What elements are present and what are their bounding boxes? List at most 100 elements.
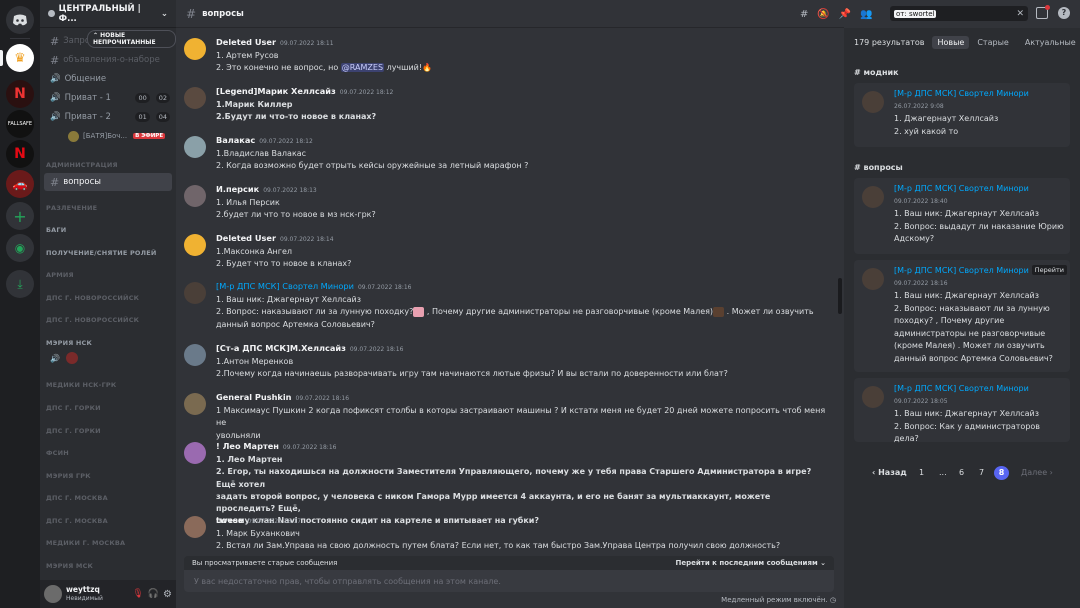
pin-icon[interactable]: 📌 (839, 9, 851, 20)
search-result[interactable]: [М-р ДПС МСК] Свортел Минори 26.07.2022 … (854, 83, 1070, 147)
search-result[interactable]: [М-р ДПС МСК] Свортел Минори 09.07.2022 … (854, 378, 1070, 443)
server-crown-icon[interactable]: ♛ (6, 44, 34, 72)
page-button[interactable]: 1 (919, 468, 924, 477)
chevron-down-icon: ⌄ (160, 8, 168, 19)
speaker-icon: 🔊 (50, 353, 60, 363)
tab-newest[interactable]: Новые (932, 35, 970, 49)
category[interactable]: ДПС Г. ГОРКИ (46, 427, 101, 435)
category[interactable]: ДПС Г. НОВОРОССИЙСК (46, 316, 139, 324)
timestamp: 09.07.2022 18:14 (280, 236, 334, 243)
timestamp: 09.07.2022 18:13 (263, 187, 317, 194)
category[interactable]: РАЗЛЕЧЕНИЕ (46, 204, 97, 212)
avatar[interactable] (184, 38, 206, 60)
category[interactable]: ДПС Г. НОВОРОССИЙСК (46, 294, 139, 302)
avatar[interactable] (184, 282, 206, 304)
tab-relevant[interactable]: Актуальные (1025, 38, 1076, 47)
jump-button[interactable]: Перейти (1031, 265, 1067, 275)
channel-obyavleniya[interactable]: # объявления-о-наборе (44, 51, 172, 69)
next-page-button[interactable]: Далее › (1021, 468, 1053, 477)
avatar[interactable] (862, 268, 884, 290)
search-input[interactable]: от: swortel (894, 9, 937, 18)
user-mention[interactable]: @RAMZES (340, 63, 385, 73)
notifications-muted-icon[interactable]: 🔕 (817, 9, 829, 20)
author-name[interactable]: Deleted User (216, 37, 276, 47)
avatar[interactable] (184, 185, 206, 207)
avatar[interactable] (184, 442, 206, 464)
avatar[interactable] (184, 344, 206, 366)
inbox-icon[interactable] (1036, 5, 1050, 19)
explore-icon[interactable]: ◉ (6, 234, 34, 262)
voice-user[interactable]: [БАТЯ]Боч... В ЭФИРЕ (62, 127, 172, 145)
server-fallsafe-icon[interactable]: FALLSAFE (6, 110, 34, 138)
avatar[interactable] (184, 393, 206, 415)
avatar[interactable] (184, 234, 206, 256)
channel-voprosy[interactable]: # вопросы (44, 173, 172, 191)
author-name[interactable]: ! Лео Мартен (216, 441, 279, 451)
category[interactable]: МЭРИЯ ГРК (46, 472, 91, 480)
prev-page-button[interactable]: ‹ Назад (872, 468, 907, 477)
settings-gear-icon[interactable]: ⚙ (163, 589, 172, 600)
server-red-n-icon[interactable]: N (6, 80, 34, 108)
category[interactable]: МЭРИЯ НСК (46, 339, 92, 347)
server-netflix-icon[interactable]: N (6, 140, 34, 168)
search-result[interactable]: [М-р ДПС МСК] Свортел Минори 09.07.2022 … (854, 178, 1070, 254)
headphones-icon[interactable]: 🎧 (148, 589, 159, 599)
category[interactable]: ПОЛУЧЕНИЕ/СНЯТИЕ РОЛЕЙ (46, 249, 157, 257)
category[interactable]: ДПС Г. ГОРКИ (46, 404, 101, 412)
voice-channel-obshenie[interactable]: 🔊 Общение (44, 70, 172, 88)
category[interactable]: МЕДИКИ НСК-ГРК (46, 381, 116, 389)
message-input[interactable]: У вас недостаточно прав, чтобы отправлят… (184, 570, 834, 592)
category-administration[interactable]: АДМИНИСТРАЦИЯ (46, 161, 118, 169)
avatar[interactable] (44, 585, 62, 603)
author-name[interactable]: [Ст-а ДПС МСК]М.Хеллсайз (216, 343, 346, 353)
author-name[interactable]: [Legend]Марик Хеллсайз (216, 86, 336, 96)
avatar[interactable] (862, 91, 884, 113)
search-box[interactable]: от: swortel ✕ (890, 6, 1028, 21)
author-name[interactable]: Deleted User (216, 233, 276, 243)
timestamp: 09.07.2022 18:12 (339, 89, 394, 96)
header-toolbar: # 🔕 📌 👥 (800, 5, 873, 23)
category[interactable]: ФСИН (46, 449, 69, 457)
add-server-icon[interactable]: + (6, 202, 34, 230)
clear-search-icon[interactable]: ✕ (1016, 9, 1024, 19)
help-icon[interactable]: ? (1058, 7, 1070, 19)
mic-muted-icon[interactable]: 🎙 (132, 589, 143, 599)
download-icon[interactable]: ⤓ (6, 270, 34, 298)
threads-icon[interactable]: # (800, 9, 808, 20)
voice-channel-privat-2[interactable]: 🔊 Приват - 2 01 04 (44, 108, 172, 126)
members-icon[interactable]: 👥 (860, 9, 872, 20)
discord-home-icon[interactable] (6, 6, 34, 34)
new-unread-pill[interactable]: ⌃ НОВЫЕ НЕПРОЧИТАННЫЕ (87, 30, 176, 48)
page-button[interactable]: 7 (979, 468, 984, 477)
avatar[interactable] (184, 136, 206, 158)
channel-header: # вопросы (176, 0, 844, 28)
server-header[interactable]: ЦЕНТРАЛЬНЫЙ | Ф... ⌄ (40, 0, 176, 28)
author-name[interactable]: [М-р ДПС МСК] Свортел Минори (216, 281, 354, 291)
author-name[interactable]: Валакас (216, 135, 255, 145)
page-button[interactable]: 6 (959, 468, 964, 477)
scrollbar-thumb[interactable] (838, 278, 842, 314)
current-page-button[interactable]: 8 (994, 466, 1009, 480)
fire-emoji: 🔥 (422, 63, 433, 73)
avatar[interactable] (184, 87, 206, 109)
result-channel-header[interactable]: # вопросы (854, 163, 903, 172)
category[interactable]: ДПС Г. МОСКВА (46, 494, 108, 502)
category[interactable]: БАГИ (46, 226, 66, 234)
category[interactable]: АРМИЯ (46, 271, 74, 279)
avatar[interactable] (862, 186, 884, 208)
author-name[interactable]: twese (216, 515, 243, 525)
tab-oldest[interactable]: Старые (977, 38, 1008, 47)
jump-to-present-button[interactable]: Перейти к последним сообщениям ⌄ (676, 559, 827, 567)
author-name[interactable]: И.персик (216, 184, 259, 194)
voice-channel-privat-1[interactable]: 🔊 Приват - 1 00 02 (44, 89, 172, 107)
category[interactable]: ДПС Г. МОСКВА (46, 517, 108, 525)
avatar[interactable] (862, 386, 884, 408)
avatar[interactable] (184, 516, 206, 538)
slowmode-notice: Медленный режим включён. ◷ (721, 596, 836, 604)
category[interactable]: МЭРИЯ МСК (46, 562, 93, 570)
result-channel-header[interactable]: # модник (854, 68, 899, 77)
server-car-icon[interactable]: 🚗 (6, 170, 34, 198)
author-name[interactable]: General Pushkin (216, 392, 292, 402)
search-result[interactable]: [М-р ДПС МСК] Свортел Минори 09.07.2022 … (854, 260, 1070, 372)
category[interactable]: МЕДИКИ Г. МОСКВА (46, 539, 125, 547)
